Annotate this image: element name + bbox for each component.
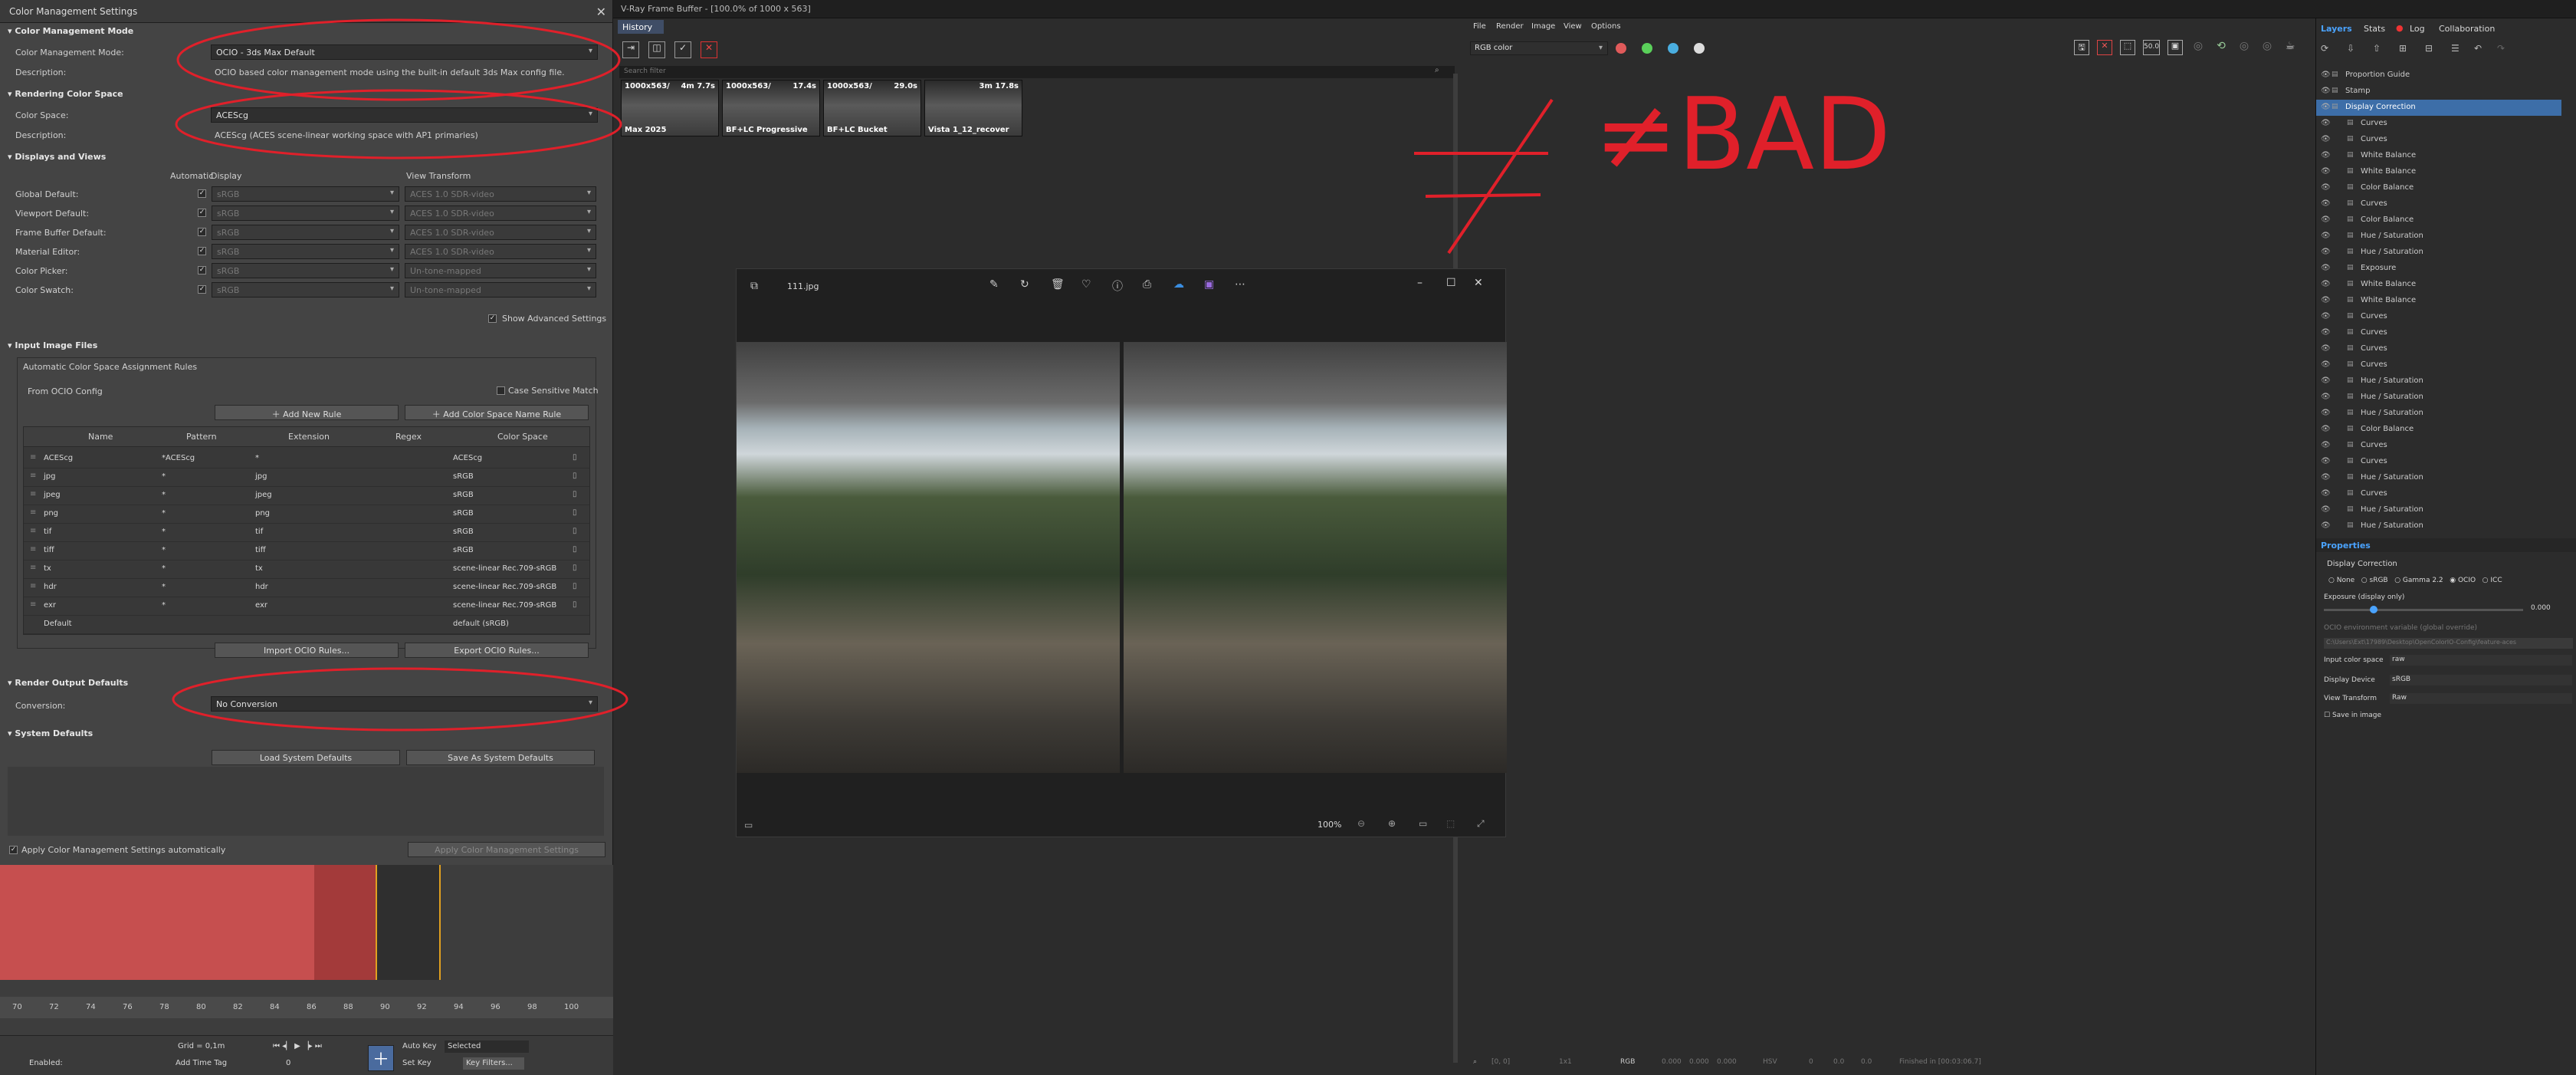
annotation-ellipse-conversion [172,667,628,731]
annotation-scribble [1414,98,1554,255]
red-annotations: ≠BAD [172,18,1891,731]
annotation-ellipse-mode [176,18,621,101]
annotation-stroke [1447,98,1554,255]
annotation-text: ≠BAD [1594,76,1891,192]
annotation-stroke [1425,193,1541,198]
